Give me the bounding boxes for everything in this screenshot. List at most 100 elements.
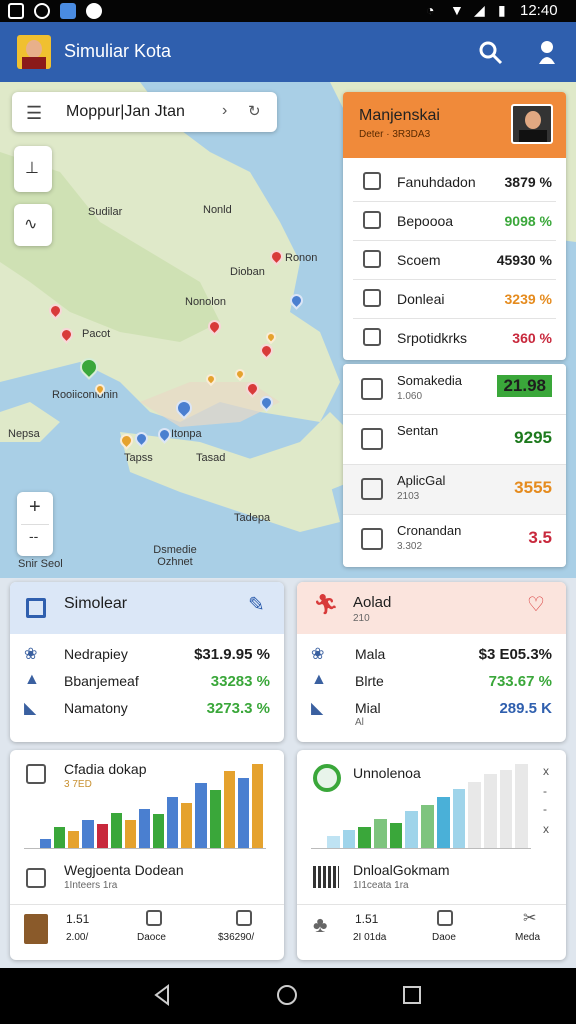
panel-row-label: Scoem xyxy=(397,252,441,268)
home-icon[interactable] xyxy=(276,984,298,1006)
trend-icon: ◣ xyxy=(24,700,37,717)
list-item[interactable]: Cronandan 3.302 3.5 xyxy=(343,514,566,564)
chart-bar xyxy=(96,823,108,848)
panel-row-label: Bepoooa xyxy=(397,213,454,229)
card-row-value: $3 E05.3% xyxy=(478,646,552,663)
search-icon[interactable] xyxy=(478,40,504,66)
search-text[interactable]: Moppur|Jan Jtan xyxy=(66,103,185,121)
refresh-icon[interactable]: ↻ xyxy=(248,102,261,120)
zoom-in-button[interactable]: + xyxy=(29,496,41,519)
runner-icon: 🏃︎ xyxy=(313,594,339,616)
chevron-right-icon[interactable]: › xyxy=(222,102,227,120)
map-label: Ronon xyxy=(285,252,318,264)
mountain-icon: ▲ xyxy=(24,671,40,688)
list-item[interactable]: AplicGal 2103 3555 xyxy=(343,464,566,514)
zoom-out-button[interactable]: -- xyxy=(29,528,38,544)
people-icon xyxy=(363,211,381,229)
map-label: Tapss xyxy=(124,452,153,464)
person-icon[interactable] xyxy=(536,40,558,66)
chart-bar xyxy=(237,778,249,848)
menu-icon[interactable]: ☰ xyxy=(26,103,42,124)
chart2-footer-sub: 1I1ceata 1ra xyxy=(353,880,409,891)
side-mark[interactable]: - xyxy=(543,784,547,798)
side-mark[interactable]: x xyxy=(543,764,549,778)
chart2-plot xyxy=(311,762,531,849)
list-item-label: Sentan xyxy=(397,423,439,438)
back-icon[interactable] xyxy=(152,984,172,1006)
calculator-icon xyxy=(26,598,46,618)
chart-bar xyxy=(374,818,387,848)
layers-button[interactable]: ∿ xyxy=(14,204,52,246)
compass-button[interactable]: ⊥ xyxy=(14,146,52,192)
map-search-bar[interactable]: ☰ Moppur|Jan Jtan › ↻ xyxy=(12,92,277,132)
alert-card[interactable]: 🏃︎ Aolad 210 ♡ ❀ Mala $3 E05.3% ▲ Blrte 733.6… xyxy=(297,582,566,742)
simulation-card[interactable]: Simolear ✎ ❀ Nedrapiey $31.9.95 % ▲ Bbanjeme… xyxy=(10,582,284,742)
chart-bar xyxy=(223,771,235,848)
list-item[interactable]: Sentan 9295 xyxy=(343,414,566,464)
list-item-value: 3.5 xyxy=(528,528,552,547)
chart-bar xyxy=(153,814,165,848)
chart-bar xyxy=(40,838,52,848)
chart-bar xyxy=(181,803,193,848)
chart-bar xyxy=(209,790,221,848)
cube-icon xyxy=(361,378,383,400)
chart-bar xyxy=(436,797,450,848)
map-label: Itonpa xyxy=(171,428,202,440)
chart2-bars xyxy=(311,762,531,848)
chart-bar xyxy=(327,836,340,848)
app-icon xyxy=(60,3,76,19)
chart-bar xyxy=(452,789,466,848)
chart1-plot xyxy=(24,762,266,849)
card-row-label: Blrte xyxy=(355,673,384,689)
chart-bar xyxy=(468,781,481,848)
chart2-footer-title: DnloalGokmam xyxy=(353,862,450,878)
card-row-label: Nedrapiey xyxy=(64,646,128,662)
card-row-sub: Al xyxy=(355,717,364,728)
map-label: Rooiiconionin xyxy=(52,389,119,401)
app-bar: Simuliar Kota xyxy=(0,22,576,82)
box-icon xyxy=(146,910,162,926)
side-mark[interactable]: - xyxy=(543,802,547,816)
panel-row-label: Fanuhdadon xyxy=(397,174,476,190)
list-item-sub: 1.060 xyxy=(397,391,423,402)
stats-panel: Manjenskai Deter · 3R3DA3 Fanuhdadon 3879… xyxy=(343,92,566,360)
list-item-label: AplicGal xyxy=(397,473,446,488)
bike-icon: ❀ xyxy=(311,646,325,663)
chart-bar xyxy=(251,764,263,848)
chart2-stat-label: Meda xyxy=(515,932,541,943)
side-mark[interactable]: x xyxy=(543,822,549,836)
panel-row-value: 3239 % xyxy=(504,291,552,307)
card-row-label: Namatony xyxy=(64,700,128,716)
panel-avatar[interactable] xyxy=(511,104,553,144)
chart-card-1[interactable]: Cfadia dokap 3 7ED Wegjoenta Dodean 1Int… xyxy=(10,750,284,960)
secondary-list: Somakedia 1.060 21.98 Sentan 9295 AplicGal 210… xyxy=(343,364,566,567)
list-item-value: 3555 xyxy=(514,478,552,497)
recents-icon[interactable] xyxy=(402,985,422,1005)
box-icon xyxy=(437,910,453,926)
card-row-value: 733.67 % xyxy=(488,673,552,690)
heart-icon[interactable]: ♡ xyxy=(527,592,545,617)
chart-card-2[interactable]: Unnolenoa x - - x DnloalGokmam 1I1ceata … xyxy=(297,750,566,960)
map-label: Nepsa xyxy=(8,428,40,440)
edit-icon[interactable]: ✎ xyxy=(248,592,265,617)
chart1-stat-label: $36290/ xyxy=(218,932,255,943)
chart1-stat-label: 2.00/ xyxy=(66,932,89,943)
system-nav-bar xyxy=(0,968,576,1024)
zoom-controls: + -- xyxy=(17,492,53,556)
box-icon xyxy=(236,910,252,926)
avatar[interactable] xyxy=(17,35,51,69)
list-item-value: 9295 xyxy=(514,428,552,447)
panel-row-label: Donleai xyxy=(397,291,445,307)
chart-bar xyxy=(68,831,80,848)
app-title: Simuliar Kota xyxy=(64,41,172,61)
chart-bar xyxy=(195,782,207,848)
map-label: Sudilar xyxy=(88,206,123,218)
pulse-icon: ∿ xyxy=(24,216,38,233)
list-item[interactable]: Somakedia 1.060 21.98 xyxy=(343,364,566,414)
chart-bar xyxy=(499,769,513,848)
card-row-value: 3273.3 % xyxy=(206,700,270,717)
map-label: Nonld xyxy=(203,204,232,216)
infinity-icon xyxy=(34,3,50,19)
list-item-label: Somakedia xyxy=(397,373,463,388)
panel-row-value: 360 % xyxy=(512,330,552,346)
